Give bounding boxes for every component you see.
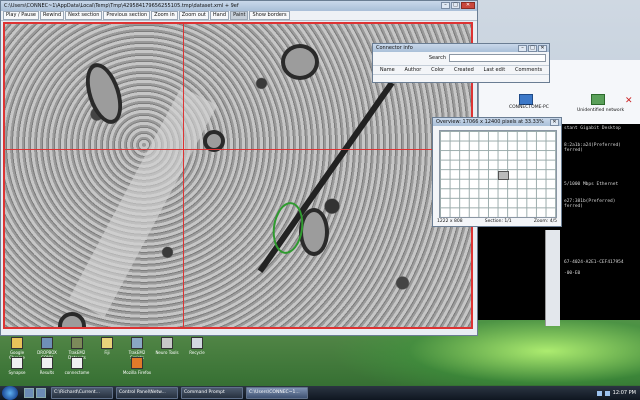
desktop-icon-label: Neuro Tools: [155, 350, 179, 355]
desktop-icon-label: Fiji: [104, 350, 110, 355]
zoom-in-button[interactable]: Zoom in: [151, 11, 178, 20]
viewport-marker[interactable]: [498, 171, 509, 180]
rewind-button[interactable]: Rewind: [40, 11, 65, 20]
show-borders-button[interactable]: Show borders: [249, 11, 290, 20]
desktop-icon[interactable]: Results: [32, 357, 62, 381]
desktop-icon[interactable]: Synapse: [2, 357, 32, 381]
desktop-icon[interactable]: Recycle: [182, 337, 212, 361]
window-controls: ✕: [550, 119, 559, 126]
desktop-icon-label: Mozilla Firefox: [122, 370, 152, 375]
taskbar-button[interactable]: Control Panel\Netw...: [116, 387, 178, 399]
connector-info-window: Connector info – □ ✕ Search Name Author …: [372, 43, 550, 83]
command-prompt[interactable]: stant Gigabit Desktop 8:2a1b:a24(Preferr…: [562, 124, 640, 320]
window-controls: – □ ✕: [518, 45, 547, 52]
computer-icon: [519, 94, 533, 105]
zoom-out-button[interactable]: Zoom out: [178, 11, 209, 20]
overview-grid[interactable]: [439, 130, 557, 218]
desktop-icon-label: Synapse: [8, 370, 26, 375]
desktop-icon-label: connectome: [64, 370, 90, 375]
desktop-icons-bottom-row: Synapse Results connectome Mozilla Firef…: [2, 357, 152, 381]
desktop-icon[interactable]: connectome: [62, 357, 92, 381]
desktop-icon-label: Results: [39, 370, 55, 375]
search-label: Search: [428, 55, 446, 61]
taskbar: C:\Richard\Current... Control Panel\Netw…: [0, 386, 640, 400]
search-input[interactable]: [449, 54, 546, 62]
overview-window: Overview: 17066 x 12400 pixels at 33.33%…: [432, 117, 562, 227]
overview-zoom: Zoom: 4/5: [533, 219, 557, 224]
connector-info-titlebar[interactable]: Connector info – □ ✕: [373, 44, 549, 52]
quick-launch-icon[interactable]: [36, 388, 46, 398]
column-header-comments[interactable]: Comments: [515, 67, 542, 73]
desktop-icon[interactable]: Mozilla Firefox: [122, 357, 152, 381]
column-header-created[interactable]: Created: [454, 67, 474, 73]
close-button[interactable]: ✕: [538, 45, 547, 52]
disconnected-icon: ✕: [625, 96, 633, 106]
column-header-last-edit[interactable]: Last edit: [484, 67, 506, 73]
overview-titlebar[interactable]: Overview: 17066 x 12400 pixels at 33.33%…: [433, 118, 561, 126]
window-title: Connector info: [376, 45, 413, 51]
next-section-button[interactable]: Next section: [65, 11, 103, 20]
taskbar-button[interactable]: C:\Richard\Current...: [51, 387, 113, 399]
taskbar-button[interactable]: C:\Users\CONNEC~1...: [246, 387, 308, 399]
system-tray: 12:07 PM: [596, 390, 640, 396]
network-tray-icon[interactable]: [596, 390, 602, 396]
overview-size: 1222 x 808: [437, 219, 463, 224]
viewer-toolbar: Play / Pause Rewind Next section Previou…: [1, 11, 477, 21]
network-node-label[interactable]: Unidentified network: [577, 108, 624, 113]
paint-tool-button[interactable]: Paint: [230, 11, 249, 20]
quick-launch-icon[interactable]: [24, 388, 34, 398]
play-pause-button[interactable]: Play / Pause: [3, 11, 39, 20]
desktop-icon-label: Recycle: [189, 350, 205, 355]
table-header: Name Author Color Created Last edit Comm…: [373, 65, 549, 75]
maximize-button[interactable]: □: [451, 2, 460, 9]
cmd-line: [564, 283, 638, 289]
network-icon: [591, 94, 605, 105]
column-header-color[interactable]: Color: [431, 67, 444, 73]
network-node-label[interactable]: CONNECTOME-PC: [509, 105, 549, 110]
column-header-author[interactable]: Author: [404, 67, 421, 73]
maximize-button[interactable]: □: [528, 45, 537, 52]
overview-section: Section: 1/1: [484, 219, 512, 224]
hand-tool-button[interactable]: Hand: [209, 11, 230, 20]
volume-tray-icon[interactable]: [604, 390, 610, 396]
window-title: C:\Users\CONNEC~1\AppData\Local\Temp\Tmp…: [4, 3, 239, 9]
column-header-name[interactable]: Name: [380, 67, 395, 73]
window-title: Overview: 17066 x 12400 pixels at 33.33%: [436, 119, 544, 125]
start-button[interactable]: [2, 386, 18, 400]
scrollbar[interactable]: [545, 230, 560, 326]
close-button[interactable]: ✕: [550, 119, 559, 126]
clock[interactable]: 12:07 PM: [613, 390, 636, 396]
viewer-titlebar[interactable]: C:\Users\CONNEC~1\AppData\Local\Temp\Tmp…: [1, 1, 477, 11]
search-row: Search: [373, 52, 549, 64]
previous-section-button[interactable]: Previous section: [103, 11, 151, 20]
minimize-button[interactable]: –: [518, 45, 527, 52]
overview-status: 1222 x 808 Section: 1/1 Zoom: 4/5: [437, 219, 557, 224]
window-controls: – □ ✕: [441, 2, 475, 9]
minimize-button[interactable]: –: [441, 2, 450, 9]
close-button[interactable]: ✕: [461, 2, 475, 9]
taskbar-button[interactable]: Command Prompt: [181, 387, 243, 399]
desktop-icon[interactable]: Neuro Tools: [152, 337, 182, 361]
